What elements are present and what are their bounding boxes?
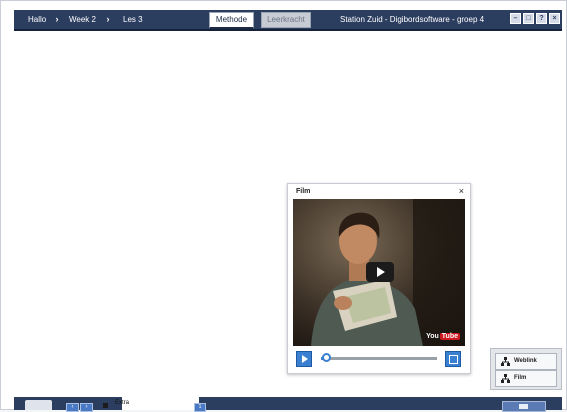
- network-icon: [501, 374, 510, 383]
- fullscreen-button[interactable]: [445, 351, 461, 367]
- breadcrumb-hallo[interactable]: Hallo: [28, 14, 46, 25]
- weblink-button[interactable]: Weblink: [495, 353, 557, 370]
- tab-methode[interactable]: Methode: [209, 12, 254, 29]
- app-title: Station Zuid - Digibordsoftware - groep …: [340, 15, 485, 24]
- film-label: Film: [514, 375, 527, 381]
- youtube-logo-you: You: [426, 333, 439, 340]
- weblink-label: Weblink: [514, 358, 537, 364]
- home-button[interactable]: [25, 400, 52, 410]
- film-panel-title: Film: [296, 188, 311, 195]
- film-panel-header[interactable]: Film ×: [288, 184, 470, 199]
- film-panel: Film × You Tube: [287, 183, 471, 374]
- youtube-logo-icon: You Tube: [426, 332, 460, 341]
- help-icon[interactable]: ?: [536, 13, 547, 24]
- play-button[interactable]: [296, 351, 312, 367]
- film-button[interactable]: Film: [495, 370, 557, 387]
- bottom-bar: ‹ › Extra 1: [14, 397, 562, 412]
- network-icon: [501, 357, 510, 366]
- extra-checkbox[interactable]: [103, 403, 108, 408]
- minimize-icon[interactable]: –: [510, 13, 521, 24]
- close-icon[interactable]: ×: [549, 13, 560, 24]
- breadcrumb-les[interactable]: Les 3: [123, 14, 143, 25]
- previous-icon[interactable]: ‹: [66, 403, 79, 412]
- toolbox-icon: [519, 404, 528, 409]
- tool-icon[interactable]: 1: [194, 403, 206, 412]
- video-controls: [293, 349, 465, 367]
- video-play-icon[interactable]: [366, 262, 394, 282]
- toolbox-button[interactable]: [502, 401, 546, 412]
- breadcrumb-separator: ›: [106, 14, 110, 24]
- breadcrumb-separator: ›: [55, 14, 59, 24]
- restore-icon[interactable]: □: [523, 13, 534, 24]
- extra-label: Extra: [115, 400, 130, 406]
- progress-track[interactable]: [321, 357, 437, 360]
- extra-area: [122, 397, 199, 410]
- video-player[interactable]: You Tube: [293, 199, 465, 346]
- film-panel-close-icon[interactable]: ×: [459, 186, 464, 196]
- tab-leerkracht[interactable]: Leerkracht: [261, 12, 311, 28]
- next-icon[interactable]: ›: [80, 403, 93, 412]
- app-window: Hallo › Week 2 › Les 3 Methode Leerkrach…: [0, 0, 567, 412]
- youtube-logo-tube: Tube: [439, 333, 460, 340]
- breadcrumb-week[interactable]: Week 2: [69, 14, 96, 25]
- top-bar: Hallo › Week 2 › Les 3 Methode Leerkrach…: [14, 10, 562, 31]
- media-links-panel: Weblink Film: [490, 348, 562, 390]
- progress-knob[interactable]: [322, 353, 332, 362]
